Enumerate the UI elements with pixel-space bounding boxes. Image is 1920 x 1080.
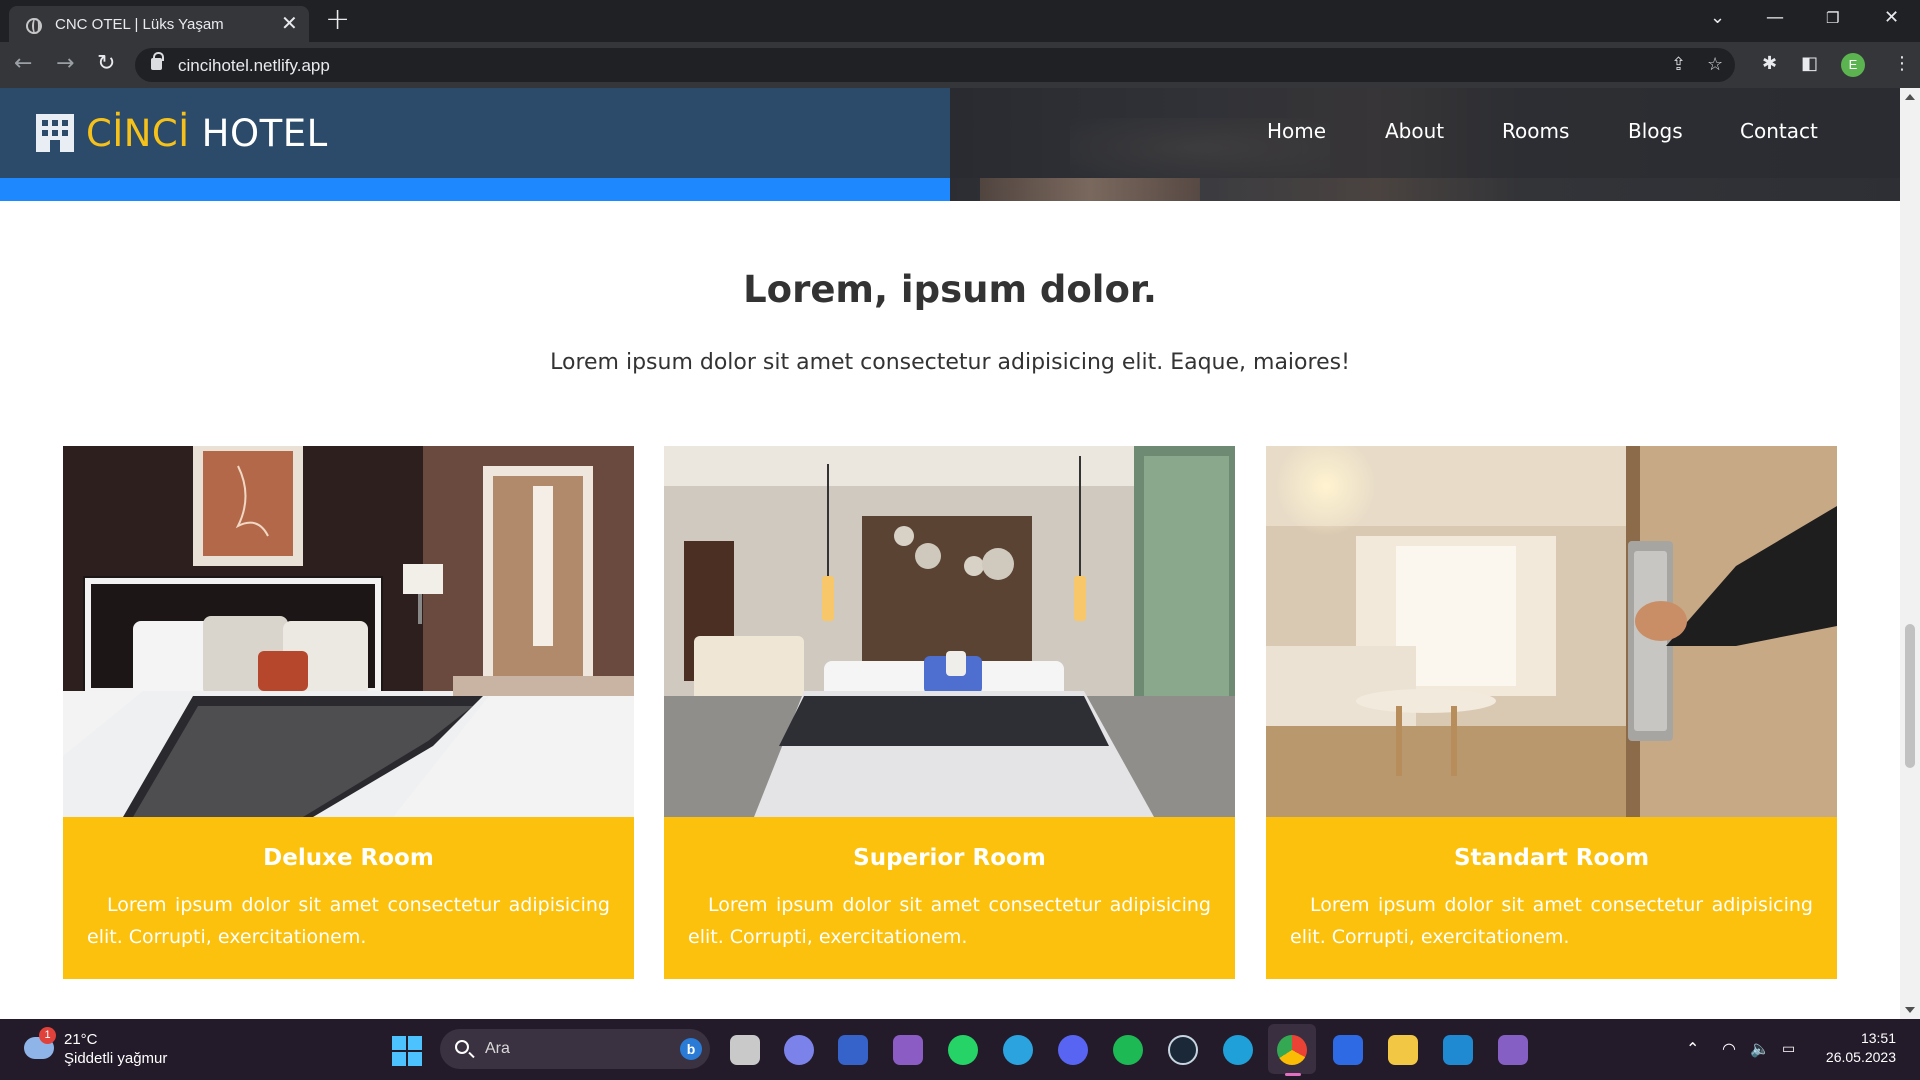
room-card-title: Deluxe Room [263, 845, 434, 871]
nav-home[interactable]: Home [1267, 119, 1326, 143]
deluxe-room-image [63, 446, 634, 817]
volume-muted-icon[interactable]: 🔈 [1750, 1039, 1770, 1059]
nav-blogs[interactable]: Blogs [1628, 119, 1683, 143]
site-logo[interactable]: CİNCİ HOTEL [36, 110, 328, 156]
standart-room-image [1266, 446, 1837, 817]
chrome-icon[interactable] [1277, 1035, 1307, 1076]
steam-icon[interactable] [1168, 1035, 1198, 1065]
close-window-button[interactable]: ✕ [1884, 8, 1899, 28]
paint-icon[interactable] [1388, 1035, 1418, 1065]
share-icon[interactable]: ⇪ [1671, 54, 1686, 75]
tray-chevron-up-icon[interactable]: ⌃ [1686, 1039, 1699, 1059]
windows-start-icon[interactable] [392, 1036, 422, 1066]
nav-contact[interactable]: Contact [1740, 119, 1818, 143]
minimize-button[interactable]: — [1766, 8, 1784, 28]
windows-taskbar: 1 21°C Şiddetli yağmur Ara b ⌃ ◠ 🔈 ▭ 13:… [0, 1019, 1920, 1080]
browser-menu-icon[interactable]: ⋮ [1893, 53, 1911, 75]
weather-temperature: 21°C [64, 1031, 98, 1048]
rooms-section-subtitle: Lorem ipsum dolor sit amet consectetur a… [550, 350, 1350, 375]
side-panel-icon[interactable]: ◧ [1801, 53, 1818, 75]
teams-icon[interactable] [784, 1035, 814, 1065]
superior-room-body: Superior Room Lorem ipsum dolor sit amet… [664, 817, 1235, 979]
taskbar-clock[interactable]: 13:51 26.05.2023 [1810, 1029, 1896, 1067]
scrollbar-thumb[interactable] [1905, 624, 1915, 768]
wifi-icon[interactable]: ◠ [1722, 1039, 1736, 1059]
clipchamp-icon[interactable] [893, 1035, 923, 1065]
brand-name-first: CİNCİ [86, 111, 190, 155]
standart-room-body: Standart Room Lorem ipsum dolor sit amet… [1266, 817, 1837, 979]
tab-close-icon[interactable]: ✕ [281, 13, 298, 33]
bookmark-star-icon[interactable]: ☆ [1707, 54, 1723, 75]
vscode-icon[interactable] [1443, 1035, 1473, 1065]
page-scrollbar[interactable] [1900, 88, 1920, 1019]
room-card-superior[interactable]: Superior Room Lorem ipsum dolor sit amet… [664, 446, 1235, 979]
file-explorer-icon[interactable] [730, 1035, 760, 1065]
web-page: CİNCİ HOTEL Home About Rooms Blogs Conta… [0, 88, 1900, 1019]
tab-search-chevron-icon[interactable]: ⌄ [1710, 8, 1725, 28]
notion-icon[interactable] [1333, 1035, 1363, 1065]
globe-icon [26, 18, 42, 34]
header-hero-image [950, 88, 1900, 201]
room-card-deluxe[interactable]: Deluxe Room Lorem ipsum dolor sit amet c… [63, 446, 634, 979]
browser-tab-bar: CNC OTEL | Lüks Yaşam ✕ + ⌄ — ❐ ✕ [0, 0, 1920, 42]
weather-condition: Şiddetli yağmur [64, 1050, 168, 1067]
room-card-title: Superior Room [853, 845, 1046, 871]
room-card-text: Lorem ipsum dolor sit amet consectetur a… [1290, 894, 1813, 948]
browser-toolbar: ← → ↻ cincihotel.netlify.app ⇪ ☆ ✱ ◧ E ⋮ [0, 42, 1920, 88]
scroll-down-arrow-icon[interactable] [1905, 1007, 1915, 1013]
telegram-icon[interactable] [1003, 1035, 1033, 1065]
profile-avatar[interactable]: E [1841, 53, 1865, 77]
browser-tab[interactable]: CNC OTEL | Lüks Yaşam ✕ [9, 6, 309, 42]
search-label: Ara [485, 1040, 510, 1057]
room-card-title: Standart Room [1453, 845, 1650, 871]
spotify-icon[interactable] [1113, 1035, 1143, 1065]
rooms-section-title: Lorem, ipsum dolor. [743, 268, 1157, 311]
edge-icon[interactable] [1223, 1035, 1253, 1065]
clock-time: 13:51 [1860, 1030, 1896, 1046]
forward-button[interactable]: → [56, 50, 74, 78]
room-card-text: Lorem ipsum dolor sit amet consectetur a… [688, 894, 1211, 948]
extensions-puzzle-icon[interactable]: ✱ [1762, 53, 1777, 75]
notepad-icon[interactable] [838, 1035, 868, 1065]
lock-icon[interactable] [151, 52, 164, 70]
room-card-standart[interactable]: Standart Room Lorem ipsum dolor sit amet… [1266, 446, 1837, 979]
scroll-up-arrow-icon[interactable] [1905, 94, 1915, 100]
reload-button[interactable]: ↻ [97, 50, 115, 78]
nav-rooms[interactable]: Rooms [1502, 119, 1569, 143]
new-tab-button[interactable]: + [325, 5, 350, 35]
nav-about[interactable]: About [1385, 119, 1444, 143]
site-header: CİNCİ HOTEL [0, 88, 950, 178]
room-card-text: Lorem ipsum dolor sit amet consectetur a… [87, 894, 610, 948]
taskbar-search-box[interactable]: Ara b [440, 1029, 710, 1069]
deluxe-room-body: Deluxe Room Lorem ipsum dolor sit amet c… [63, 817, 634, 979]
search-icon [455, 1040, 469, 1054]
visual-studio-icon[interactable] [1498, 1035, 1528, 1065]
bing-icon[interactable]: b [680, 1038, 702, 1060]
clock-date: 26.05.2023 [1825, 1049, 1896, 1065]
hotel-building-icon [36, 114, 74, 152]
superior-room-image [664, 446, 1235, 817]
back-button[interactable]: ← [14, 50, 32, 78]
weather-badge: 1 [39, 1027, 56, 1044]
brand-name-second: HOTEL [201, 111, 328, 155]
url-text[interactable]: cincihotel.netlify.app [178, 56, 330, 76]
battery-icon[interactable]: ▭ [1782, 1039, 1795, 1059]
tab-title: CNC OTEL | Lüks Yaşam [55, 16, 224, 33]
address-bar[interactable]: cincihotel.netlify.app ⇪ ☆ [135, 48, 1735, 82]
header-accent-bar [0, 178, 950, 201]
whatsapp-icon[interactable] [948, 1035, 978, 1065]
discord-icon[interactable] [1058, 1035, 1088, 1065]
restore-button[interactable]: ❐ [1826, 8, 1839, 28]
